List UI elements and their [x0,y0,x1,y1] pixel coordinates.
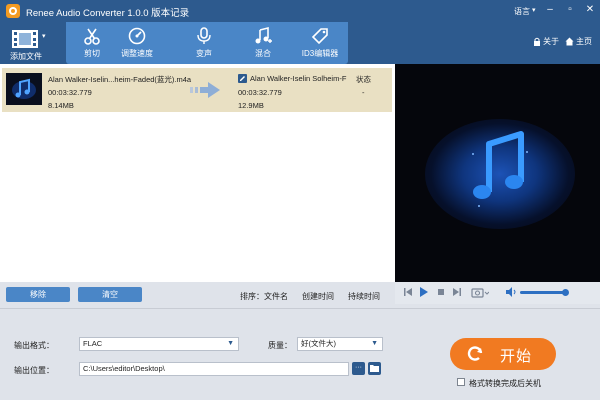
home-icon [565,37,574,46]
convert-arrow-icon [190,82,220,98]
tool-voice-changer-label: 变声 [196,49,212,58]
remove-button[interactable]: 移除 [6,287,70,302]
open-folder-button[interactable] [368,362,381,375]
quality-select[interactable]: 好(文件大) ▼ [297,337,383,351]
chevron-down-icon[interactable]: ▾ [532,6,536,14]
player-controls [395,282,600,304]
output-size: 12.9MB [238,101,264,110]
tool-mix[interactable]: 混合 [237,24,289,62]
start-button-label: 开始 [500,348,533,365]
tool-mix-label: 混合 [255,49,271,58]
tools-panel: 剪切 调整速度 变声 混合 ID3编辑器 [66,22,348,64]
edit-output-name-icon[interactable] [238,74,247,83]
sort-by-filename[interactable]: 文件名 [264,291,288,302]
sort-by-duration[interactable]: 持续时间 [348,291,380,302]
output-format-label: 输出格式： [14,341,54,350]
output-format-select[interactable]: FLAC ▼ [79,337,239,351]
clear-button[interactable]: 清空 [78,287,142,302]
previous-icon[interactable] [403,286,413,298]
microphone-icon [197,27,211,44]
status-value: - [362,88,365,97]
tool-id3-editor-label: ID3编辑器 [301,49,339,58]
scissors-icon [84,28,100,45]
tool-adjust-speed[interactable]: 调整速度 [111,24,163,62]
toolbar: ▾ 添加文件 剪切 调整速度 变声 混合 ID3编辑器 关于 主页 [0,22,600,64]
preview-panel [395,64,600,282]
volume-slider-handle[interactable] [562,289,569,296]
file-list: Alan Walker-Iselin...heim-Faded(蓝光).m4a … [0,64,395,282]
convert-refresh-icon [467,346,483,361]
folder-icon [370,365,379,372]
play-icon[interactable] [419,286,429,298]
maximize-icon[interactable]: ▫ [563,3,577,17]
add-file-label: 添加文件 [10,52,42,61]
start-button[interactable]: 开始 [450,338,556,370]
chevron-down-icon[interactable]: ▼ [227,338,234,350]
shutdown-label: 格式转换完成后关机 [469,379,541,388]
output-file-name[interactable]: Alan Walker-Iselin Solheim-F [250,74,346,83]
sort-by-created-time[interactable]: 创建时间 [302,291,334,302]
status-header: 状态 [356,75,371,84]
output-duration: 00:03:32.779 [238,88,282,97]
output-location-value: C:\Users\editor\Desktop\ [83,364,165,373]
quality-label: 质量： [268,341,292,350]
app-logo-icon [6,4,20,18]
file-thumbnail [6,73,42,105]
chevron-down-icon[interactable]: ▾ [42,32,46,40]
stop-icon[interactable] [436,286,446,298]
list-footer: 移除 清空 排序： 文件名 创建时间 持续时间 [0,282,395,308]
file-row[interactable]: Alan Walker-Iselin...heim-Faded(蓝光).m4a … [2,68,392,112]
close-icon[interactable]: ✕ [583,3,597,17]
volume-icon[interactable] [505,286,517,298]
next-icon[interactable] [452,286,462,298]
about-link[interactable]: 关于 [533,36,559,47]
minimize-icon[interactable]: – [543,3,557,17]
music-note-icon [472,131,528,207]
music-note-icon [12,78,36,99]
quality-value: 好(文件大) [301,339,336,348]
source-file-name: Alan Walker-Iselin...heim-Faded(蓝光).m4a [48,75,192,84]
add-file-button[interactable]: ▾ 添加文件 [6,24,58,64]
screenshot-camera-icon[interactable] [471,286,489,298]
tag-edit-icon [311,28,328,45]
output-format-value: FLAC [83,339,103,348]
volume-slider[interactable] [520,289,569,296]
chevron-down-icon[interactable]: ▼ [371,338,378,350]
film-icon [12,30,38,48]
home-label: 主页 [576,37,592,46]
title-bar: Renee Audio Converter 1.0.0 版本记录 语言 ▾ – … [0,0,600,22]
language-menu[interactable]: 语言 [514,6,530,17]
tool-adjust-speed-label: 调整速度 [121,49,153,58]
tool-voice-changer[interactable]: 变声 [178,24,230,62]
music-mix-icon [255,26,272,44]
tool-id3-editor[interactable]: ID3编辑器 [294,24,346,62]
home-link[interactable]: 主页 [565,36,592,47]
browse-button[interactable]: ··· [352,362,365,375]
sort-label: 排序： [240,292,264,301]
window-title: Renee Audio Converter 1.0.0 版本记录 [26,8,190,19]
lock-icon [534,37,540,46]
source-size: 8.14MB [48,101,74,110]
output-location-field[interactable]: C:\Users\editor\Desktop\ [79,362,349,376]
about-label: 关于 [543,37,559,46]
output-location-label: 输出位置： [14,366,54,375]
speed-gauge-icon [128,27,146,45]
source-duration: 00:03:32.779 [48,88,92,97]
shutdown-checkbox[interactable] [457,378,465,386]
